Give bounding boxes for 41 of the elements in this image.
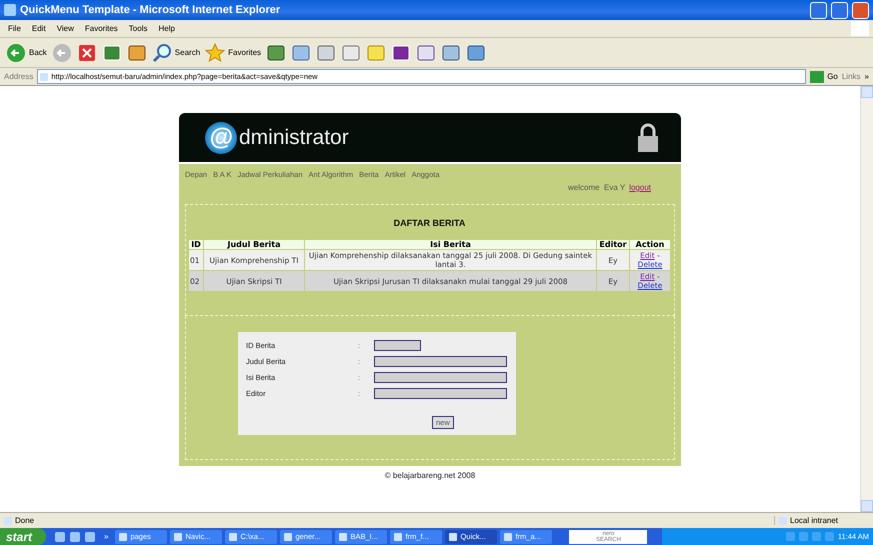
more-links[interactable]: » — [864, 72, 869, 81]
column-header: Judul Berita — [204, 240, 304, 249]
welcome-text: welcome Eva Y — [568, 183, 626, 192]
links-label[interactable]: Links — [842, 72, 861, 81]
start-button[interactable]: start — [0, 528, 46, 545]
footer-text: © belajarbareng.net 2008 — [384, 471, 476, 480]
back-icon[interactable] — [6, 42, 26, 62]
back-button[interactable]: Back — [6, 42, 47, 62]
menu-item[interactable]: File — [8, 24, 21, 33]
column-header: Editor — [597, 240, 629, 249]
zone-text: Local intranet — [790, 516, 838, 525]
search-button[interactable]: Search — [152, 42, 200, 62]
padlock-icon — [637, 122, 659, 152]
address-label: Address — [4, 72, 34, 81]
window-title: QuickMenu Template - Microsoft Internet Explorer — [20, 4, 282, 16]
menu-item[interactable]: Help — [158, 24, 175, 33]
more-button[interactable]: » — [104, 532, 108, 541]
column-header: Action — [630, 240, 670, 249]
star-icon[interactable] — [205, 42, 226, 62]
maximize-button[interactable] — [831, 2, 848, 18]
search-icon[interactable] — [152, 42, 172, 62]
logo-text: dministrator — [239, 126, 350, 150]
input-field[interactable] — [374, 388, 507, 399]
menu-item[interactable]: Edit — [32, 24, 46, 33]
stop-icon[interactable] — [76, 42, 97, 62]
input-field[interactable] — [374, 340, 421, 351]
status-text: Done — [15, 516, 36, 525]
scrollbar[interactable] — [860, 86, 873, 512]
menu-item[interactable]: View — [56, 24, 74, 33]
input-field[interactable] — [374, 372, 507, 383]
column-header: Isi Berita — [305, 240, 596, 249]
input-field[interactable] — [374, 356, 507, 367]
logout-link[interactable]: logout — [629, 183, 651, 192]
favorites-button[interactable]: Favorites — [205, 42, 262, 62]
menu-item[interactable]: Favorites — [84, 24, 118, 33]
logo-mark: @ — [205, 122, 237, 154]
table-heading: DAFTAR BERITA — [392, 218, 466, 228]
menu-item[interactable]: Tools — [128, 24, 148, 33]
minimize-button[interactable] — [810, 2, 827, 18]
close-button[interactable] — [852, 2, 869, 18]
column-header: ID — [189, 240, 203, 249]
